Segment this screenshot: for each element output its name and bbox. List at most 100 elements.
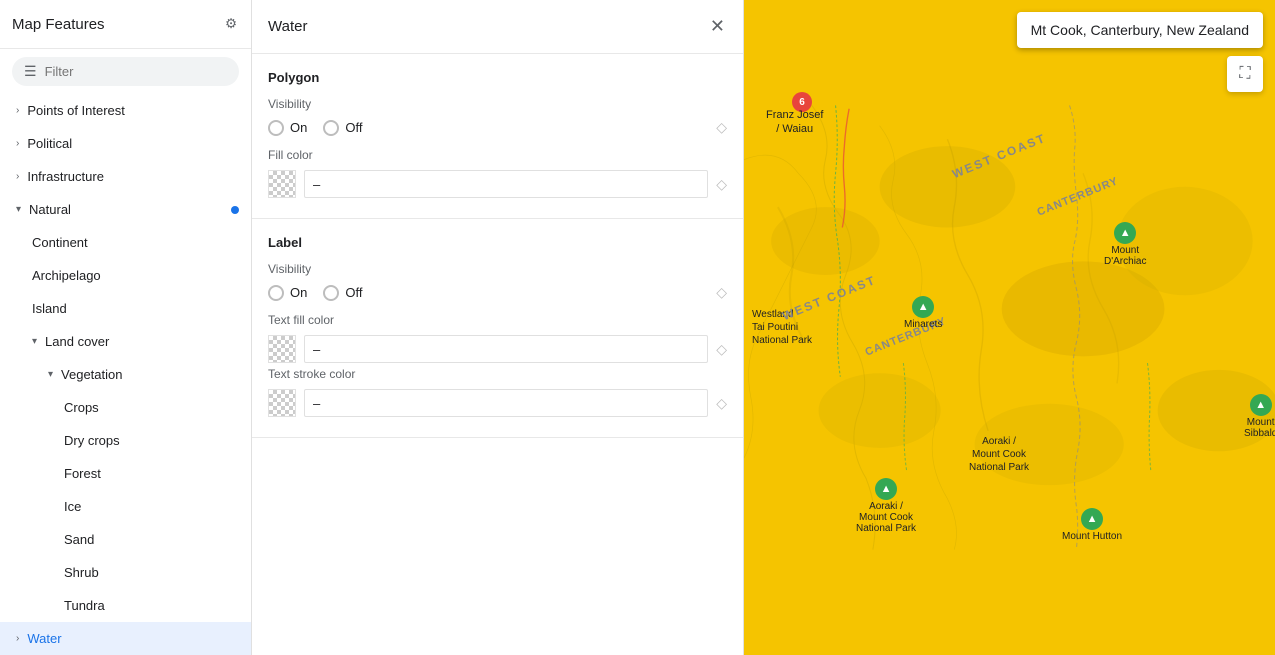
label-visibility-label: Visibility (268, 262, 727, 276)
gear-icon: ⚙ (225, 16, 237, 32)
sidebar-item-label: Points of Interest (27, 103, 125, 118)
sidebar-item-archipelago[interactable]: Archipelago (0, 259, 251, 292)
sidebar-item-label: Dry crops (64, 433, 120, 448)
map-area[interactable]: Mt Cook, Canterbury, New Zealand ⛶ 6 Fra… (744, 0, 1275, 655)
sidebar-item-label: Archipelago (32, 268, 101, 283)
radio-on-label: On (290, 285, 307, 300)
radio-on-label: On (290, 120, 307, 135)
chevron-down-icon: ▾ (16, 204, 21, 215)
label-text-stroke-color-value[interactable]: – (304, 389, 708, 417)
sidebar-item-political[interactable]: › Political (0, 127, 251, 160)
sidebar-item-continent[interactable]: Continent (0, 226, 251, 259)
label-text-fill-color-value[interactable]: – (304, 335, 708, 363)
close-button[interactable]: ✕ (708, 14, 727, 39)
polygon-visibility-row: On Off ◇ (268, 119, 727, 136)
polygon-fill-color-swatch[interactable] (268, 170, 296, 198)
label-visibility-diamond[interactable]: ◇ (716, 284, 727, 301)
polygon-fill-color-label: Fill color (268, 148, 727, 162)
radio-on-circle (268, 120, 284, 136)
poi-aoraki-label: Aoraki /Mount CookNational Park (969, 435, 1029, 474)
sidebar-item-label: Natural (29, 202, 71, 217)
radio-off-label: Off (345, 285, 362, 300)
polygon-visibility-on[interactable]: On (268, 120, 307, 136)
sidebar-item-island[interactable]: Island (0, 292, 251, 325)
map-search-value: Mt Cook, Canterbury, New Zealand (1031, 22, 1249, 38)
modified-dot (231, 206, 239, 214)
sidebar-item-crops[interactable]: Crops (0, 391, 251, 424)
sidebar-item-water[interactable]: › Water (0, 622, 251, 655)
label-text-stroke-color-diamond[interactable]: ◇ (716, 395, 727, 412)
filter-input[interactable] (45, 64, 227, 79)
filter-icon: ☰ (24, 63, 37, 80)
label-visibility-off[interactable]: Off (323, 285, 362, 301)
label-text-stroke-color-label: Text stroke color (268, 367, 727, 381)
sidebar-item-label: Infrastructure (27, 169, 104, 184)
sidebar-item-label: Crops (64, 400, 99, 415)
sidebar-item-label: Vegetation (61, 367, 122, 382)
chevron-right-icon: › (16, 105, 19, 116)
sidebar-item-infrastructure[interactable]: › Infrastructure (0, 160, 251, 193)
filter-bar[interactable]: ☰ (12, 57, 239, 86)
polygon-visibility-diamond[interactable]: ◇ (716, 119, 727, 136)
chevron-right-icon: › (16, 171, 19, 182)
poi-mount-hutton: ▲ Mount Hutton (1062, 508, 1122, 542)
expand-icon: ⛶ (1239, 65, 1250, 83)
sidebar-item-land-cover[interactable]: ▾ Land cover (0, 325, 251, 358)
label-visibility-row: On Off ◇ (268, 284, 727, 301)
sidebar-item-ice[interactable]: Ice (0, 490, 251, 523)
polygon-fill-color-value[interactable]: – (304, 170, 708, 198)
gear-button[interactable]: ⚙ (223, 14, 239, 34)
poi-mount-darchiac: ▲ MountD'Archiac (1104, 222, 1146, 267)
sidebar-item-label: Sand (64, 532, 94, 547)
sidebar-item-shrub[interactable]: Shrub (0, 556, 251, 589)
panel-header: Water ✕ (252, 0, 743, 54)
label-section-title: Label (268, 235, 727, 250)
sidebar-header: Map Features ⚙ (0, 0, 251, 49)
label-text-stroke-color-swatch[interactable] (268, 389, 296, 417)
radio-off-circle (323, 120, 339, 136)
chevron-down-icon: ▾ (32, 336, 37, 347)
sidebar-item-label: Land cover (45, 334, 109, 349)
close-icon: ✕ (710, 16, 725, 37)
poi-mount-sibbald: ▲ Mount Sibbald (1244, 394, 1275, 439)
sidebar: Map Features ⚙ ☰ › Points of Interest › … (0, 0, 252, 655)
poi-aoraki-mountain: ▲ Aoraki /Mount CookNational Park (856, 478, 916, 534)
polygon-visibility-label: Visibility (268, 97, 727, 111)
sidebar-item-points-of-interest[interactable]: › Points of Interest (0, 94, 251, 127)
sidebar-item-label: Island (32, 301, 67, 316)
sidebar-item-vegetation[interactable]: ▾ Vegetation (0, 358, 251, 391)
sidebar-item-label: Shrub (64, 565, 99, 580)
sidebar-item-label: Political (27, 136, 72, 151)
polygon-fill-color-row: – ◇ (268, 170, 727, 198)
map-search-box[interactable]: Mt Cook, Canterbury, New Zealand (1017, 12, 1263, 48)
sidebar-item-label: Tundra (64, 598, 105, 613)
sidebar-item-tundra[interactable]: Tundra (0, 589, 251, 622)
sidebar-item-forest[interactable]: Forest (0, 457, 251, 490)
label-text-fill-color-swatch[interactable] (268, 335, 296, 363)
map-expand-button[interactable]: ⛶ (1227, 56, 1263, 92)
sidebar-item-label: Continent (32, 235, 88, 250)
sidebar-title: Map Features (12, 16, 105, 33)
polygon-fill-color-diamond[interactable]: ◇ (716, 176, 727, 193)
radio-on-circle (268, 285, 284, 301)
poi-franz-josef: Franz Josef/ Waiau (766, 108, 823, 137)
sidebar-item-label: Ice (64, 499, 81, 514)
label-visibility-on[interactable]: On (268, 285, 307, 301)
label-text-stroke-color-row: – ◇ (268, 389, 727, 417)
sidebar-item-label: Forest (64, 466, 101, 481)
label-section: Label Visibility On Off ◇ Text fill colo… (252, 219, 743, 438)
polygon-visibility-off[interactable]: Off (323, 120, 362, 136)
sidebar-item-sand[interactable]: Sand (0, 523, 251, 556)
sidebar-item-natural[interactable]: ▾ Natural (0, 193, 251, 226)
chevron-right-icon: › (16, 633, 19, 644)
map-terrain (744, 0, 1275, 655)
radio-off-label: Off (345, 120, 362, 135)
label-text-fill-color-diamond[interactable]: ◇ (716, 341, 727, 358)
sidebar-item-dry-crops[interactable]: Dry crops (0, 424, 251, 457)
panel-title: Water (268, 18, 307, 35)
sidebar-nav: › Points of Interest › Political › Infra… (0, 94, 251, 655)
polygon-section-title: Polygon (268, 70, 727, 85)
label-text-fill-color-row: – ◇ (268, 335, 727, 363)
poi-minarets: ▲ Minarets (904, 296, 942, 330)
polygon-section: Polygon Visibility On Off ◇ Fill color –… (252, 54, 743, 219)
